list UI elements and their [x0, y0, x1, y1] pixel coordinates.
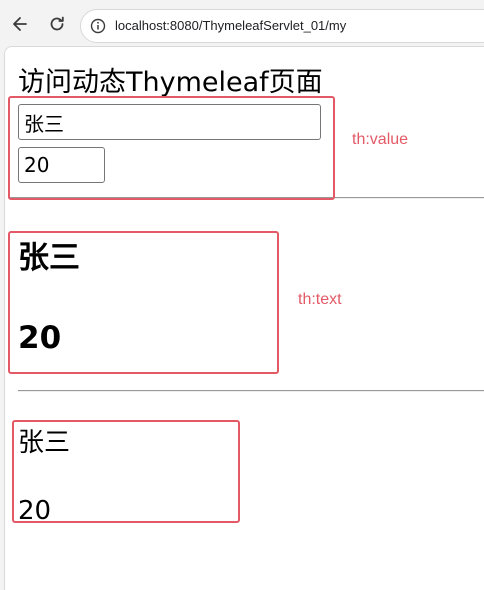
address-bar[interactable]: localhost:8080/ThymeleafServlet_01/my — [80, 9, 484, 43]
reload-button[interactable] — [45, 12, 69, 36]
browser-toolbar: localhost:8080/ThymeleafServlet_01/my — [0, 0, 484, 50]
info-icon[interactable] — [90, 18, 106, 34]
divider — [18, 390, 484, 392]
annotation-label-value: th:value — [352, 131, 409, 148]
annotation-box-text — [8, 231, 279, 374]
page-title: 访问动态Thymeleaf页面 — [18, 67, 323, 98]
reload-icon — [50, 16, 64, 31]
annotation-box-value — [8, 96, 335, 200]
back-button[interactable] — [8, 12, 32, 36]
back-arrow-icon — [13, 17, 27, 31]
annotation-label-text: th:text — [298, 291, 342, 308]
annotation-box-plain — [12, 420, 240, 523]
url-text[interactable]: localhost:8080/ThymeleafServlet_01/my — [115, 18, 346, 33]
